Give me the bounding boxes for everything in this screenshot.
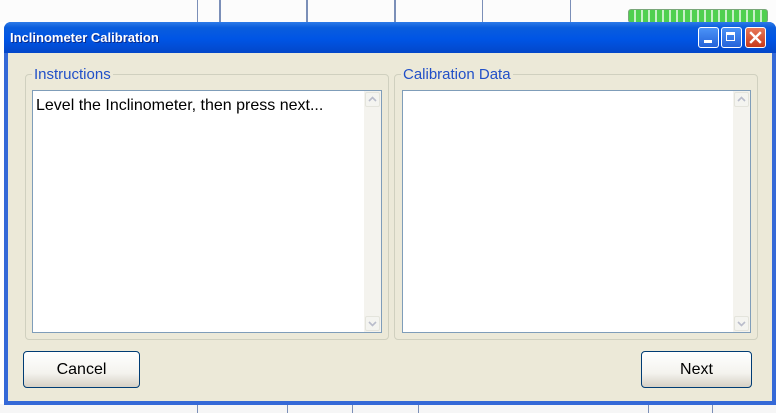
cancel-button[interactable]: Cancel: [23, 351, 140, 388]
dialog-client-area: Instructions Level the Inclinometer, the…: [8, 53, 772, 401]
background-progress-indicator: [628, 9, 768, 23]
title-bar[interactable]: Inclinometer Calibration: [4, 22, 776, 53]
background-divider: [287, 404, 288, 413]
maximize-button[interactable]: [721, 27, 742, 48]
background-divider: [306, 0, 308, 22]
minimize-button[interactable]: [698, 27, 719, 48]
instructions-group: Instructions Level the Inclinometer, the…: [25, 66, 389, 340]
background-divider: [570, 0, 571, 22]
instructions-label: Instructions: [32, 66, 113, 83]
chevron-down-icon: [737, 321, 746, 327]
background-divider: [482, 0, 483, 22]
calibration-data-scrollbar[interactable]: [733, 91, 750, 332]
background-divider: [219, 0, 221, 22]
calibration-data-group: Calibration Data: [394, 66, 758, 340]
background-app-strip-bottom: [0, 404, 776, 413]
scroll-down-button[interactable]: [365, 316, 380, 331]
calibration-data-textbox[interactable]: [402, 90, 751, 333]
instructions-textbox[interactable]: Level the Inclinometer, then press next.…: [32, 90, 382, 333]
background-divider: [352, 404, 353, 413]
window-title: Inclinometer Calibration: [10, 30, 159, 45]
background-divider: [712, 404, 713, 413]
maximize-icon: [726, 32, 735, 41]
chevron-up-icon: [368, 96, 377, 102]
instructions-text: Level the Inclinometer, then press next.…: [36, 97, 324, 114]
instructions-scrollbar[interactable]: [364, 91, 381, 332]
background-divider: [394, 0, 396, 22]
background-divider: [648, 404, 649, 413]
close-button[interactable]: [745, 27, 766, 48]
chevron-down-icon: [368, 321, 377, 327]
close-icon: [749, 31, 762, 44]
chevron-up-icon: [737, 96, 746, 102]
scroll-up-button[interactable]: [734, 92, 749, 107]
scroll-down-button[interactable]: [734, 316, 749, 331]
background-divider: [197, 0, 198, 22]
scroll-up-button[interactable]: [365, 92, 380, 107]
next-button[interactable]: Next: [641, 351, 752, 388]
calibration-data-label: Calibration Data: [401, 66, 513, 83]
calibration-dialog: Inclinometer Calibration Instructions Le…: [4, 22, 776, 405]
background-divider: [418, 404, 419, 413]
background-divider: [197, 404, 198, 413]
minimize-icon: [704, 40, 712, 43]
